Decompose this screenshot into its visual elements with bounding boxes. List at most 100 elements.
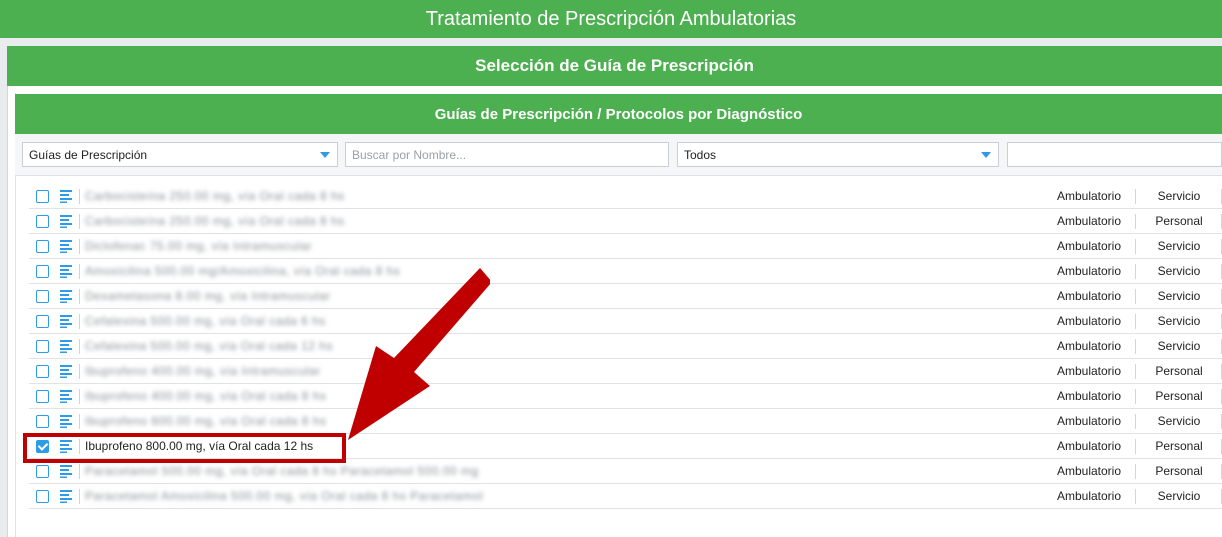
document-lines-icon[interactable]	[59, 364, 73, 378]
guide-name: Ibuprofeno 400.00 mg, vía Intramuscular	[85, 364, 321, 378]
document-lines-icon[interactable]	[59, 489, 73, 503]
guide-scope: Personal	[1155, 389, 1203, 403]
guide-type: Ambulatorio	[1056, 439, 1122, 453]
row-checkbox[interactable]	[36, 240, 49, 253]
guide-name: Cefalexina 500.00 mg, vía Oral cada 6 hs	[85, 314, 326, 328]
column-divider	[1135, 489, 1136, 504]
guide-name: Diclofenac 75.00 mg, vía Intramuscular	[85, 239, 313, 253]
column-divider	[79, 289, 80, 304]
row-checkbox[interactable]	[36, 340, 49, 353]
list-item[interactable]: Amoxicilina 500.00 mg/Amoxicilina, vía O…	[29, 259, 1222, 284]
window-title: Tratamiento de Prescripción Ambulatorias	[0, 0, 1222, 38]
guide-scope: Servicio	[1157, 264, 1201, 278]
row-checkbox[interactable]	[36, 490, 49, 503]
guide-type: Ambulatorio	[1056, 189, 1122, 203]
guide-type: Ambulatorio	[1056, 464, 1122, 478]
guide-type-select-value: Guías de Prescripción	[29, 147, 148, 162]
column-divider	[79, 314, 80, 329]
list-item[interactable]: Diclofenac 75.00 mg, vía Intramuscular Am…	[29, 234, 1222, 259]
list-item[interactable]: Cefalexina 500.00 mg, vía Oral cada 12 h…	[29, 334, 1222, 359]
document-lines-icon[interactable]	[59, 264, 73, 278]
column-divider	[79, 389, 80, 404]
list-item[interactable]: Dexametasona 8.00 mg, vía Intramuscular A…	[29, 284, 1222, 309]
scope-select-value: Todos	[684, 147, 717, 162]
column-divider	[79, 439, 80, 454]
column-divider	[1135, 214, 1136, 229]
document-lines-icon[interactable]	[59, 464, 73, 478]
guide-scope: Personal	[1155, 464, 1203, 478]
search-placeholder: Buscar por Nombre...	[352, 147, 467, 162]
scope-select[interactable]: Todos	[677, 142, 999, 167]
chevron-down-icon	[981, 152, 991, 158]
guide-scope: Personal	[1155, 214, 1203, 228]
guide-type: Ambulatorio	[1056, 339, 1122, 353]
row-checkbox[interactable]	[36, 215, 49, 228]
document-lines-icon[interactable]	[59, 289, 73, 303]
column-divider	[1135, 364, 1136, 379]
guides-list: Carbocisteína 250.00 mg, vía Oral cada 8…	[29, 184, 1222, 509]
row-checkbox[interactable]	[36, 390, 49, 403]
column-divider	[1135, 314, 1136, 329]
column-divider	[1135, 239, 1136, 254]
guide-type: Ambulatorio	[1056, 489, 1122, 503]
column-divider	[79, 239, 80, 254]
column-divider	[79, 489, 80, 504]
row-checkbox[interactable]	[36, 290, 49, 303]
row-checkbox[interactable]	[36, 365, 49, 378]
document-lines-icon[interactable]	[59, 389, 73, 403]
list-item[interactable]: Ibuprofeno 600.00 mg, vía Oral cada 8 hs…	[29, 409, 1222, 434]
row-checkbox[interactable]	[36, 190, 49, 203]
guide-type: Ambulatorio	[1056, 364, 1122, 378]
column-divider	[79, 464, 80, 479]
guide-type: Ambulatorio	[1056, 289, 1122, 303]
document-lines-icon[interactable]	[59, 414, 73, 428]
document-lines-icon[interactable]	[59, 239, 73, 253]
column-divider	[1135, 439, 1136, 454]
column-divider	[79, 214, 80, 229]
guide-name: Carbocisteína 250.00 mg, vía Oral cada 8…	[85, 189, 345, 203]
guide-name: Carbocisteína 250.00 mg, vía Oral cada 8…	[85, 214, 345, 228]
guide-name: Ibuprofeno 600.00 mg, vía Oral cada 8 hs	[85, 414, 327, 428]
list-item[interactable]: Ibuprofeno 400.00 mg, vía Intramuscular A…	[29, 359, 1222, 384]
guide-scope: Servicio	[1157, 414, 1201, 428]
document-lines-icon[interactable]	[59, 189, 73, 203]
column-divider	[79, 264, 80, 279]
list-item[interactable]: Carbocisteína 250.00 mg, vía Oral cada 8…	[29, 184, 1222, 209]
column-divider	[1135, 389, 1136, 404]
guides-header: Guías de Prescripción / Protocolos por D…	[15, 94, 1222, 134]
list-item[interactable]: Cefalexina 500.00 mg, vía Oral cada 6 hs…	[29, 309, 1222, 334]
guide-scope: Servicio	[1157, 239, 1201, 253]
guide-scope: Personal	[1155, 364, 1203, 378]
document-lines-icon[interactable]	[59, 439, 73, 453]
chevron-down-icon	[320, 152, 330, 158]
list-item[interactable]: Ibuprofeno 400.00 mg, vía Oral cada 8 hs…	[29, 384, 1222, 409]
guide-scope: Servicio	[1157, 489, 1201, 503]
guide-scope: Servicio	[1157, 339, 1201, 353]
column-divider	[1135, 264, 1136, 279]
list-item[interactable]: Paracetamol Amoxicilina 500.00 mg, vía O…	[29, 484, 1222, 509]
row-checkbox[interactable]	[36, 440, 49, 453]
column-divider	[79, 189, 80, 204]
guide-name: Cefalexina 500.00 mg, vía Oral cada 12 h…	[85, 339, 333, 353]
guide-type: Ambulatorio	[1056, 264, 1122, 278]
list-item[interactable]: Ibuprofeno 800.00 mg, vía Oral cada 12 h…	[29, 434, 1222, 459]
search-input[interactable]: Buscar por Nombre...	[345, 142, 669, 167]
list-item[interactable]: Carbocisteína 250.00 mg, vía Oral cada 8…	[29, 209, 1222, 234]
document-lines-icon[interactable]	[59, 314, 73, 328]
guide-type: Ambulatorio	[1056, 414, 1122, 428]
guide-type-select[interactable]: Guías de Prescripción	[22, 142, 338, 167]
row-checkbox[interactable]	[36, 265, 49, 278]
document-lines-icon[interactable]	[59, 214, 73, 228]
guide-name: Amoxicilina 500.00 mg/Amoxicilina, vía O…	[85, 264, 401, 278]
guide-scope: Servicio	[1157, 314, 1201, 328]
document-lines-icon[interactable]	[59, 339, 73, 353]
column-divider	[1135, 464, 1136, 479]
row-checkbox[interactable]	[36, 315, 49, 328]
guide-name: Ibuprofeno 400.00 mg, vía Oral cada 8 hs	[85, 389, 327, 403]
column-divider	[1135, 339, 1136, 354]
row-checkbox[interactable]	[36, 415, 49, 428]
row-checkbox[interactable]	[36, 465, 49, 478]
extra-filter-input[interactable]	[1007, 142, 1222, 167]
list-item[interactable]: Paracetamol 500.00 mg, vía Oral cada 8 h…	[29, 459, 1222, 484]
guide-scope: Personal	[1155, 439, 1203, 453]
